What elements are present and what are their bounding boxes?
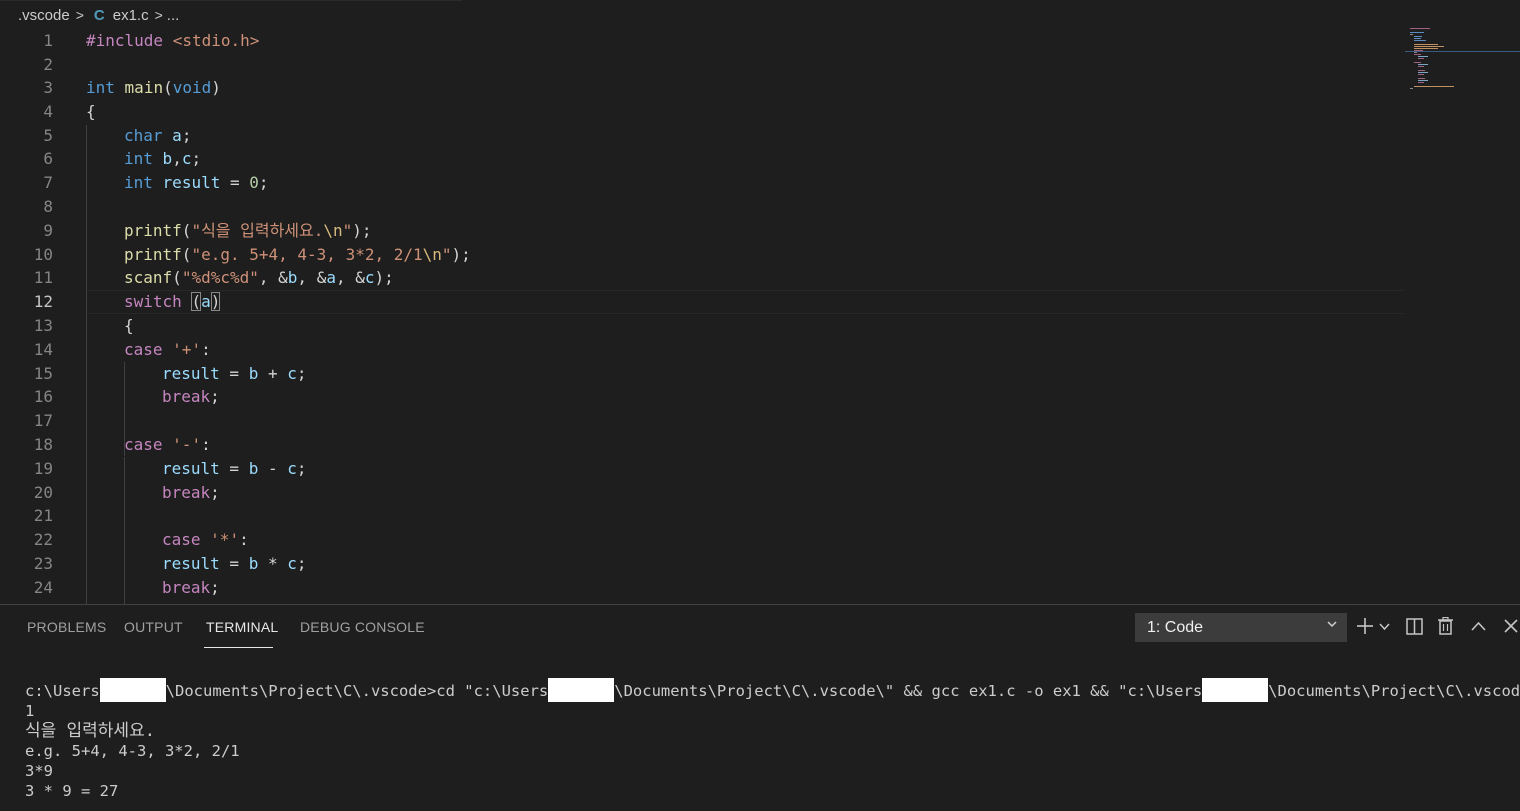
redacted-username: [548, 677, 615, 702]
code-line: char a;: [124, 126, 192, 145]
terminal-output-line: 식을 입력하세요.: [25, 721, 155, 741]
line-number: 8: [43, 197, 53, 216]
c-file-icon: C: [93, 6, 105, 24]
code-editor[interactable]: 1 2 3 4 5 6 7 8 9 10 11 12 13 14 15 16 17 18 19 20 21 22 23 24 …: [0, 29, 1405, 604]
terminal-command-line: c:\Users \Documents\Project\C\.vscode>cd …: [25, 677, 1520, 702]
terminal-select[interactable]: 1: Code: [1135, 613, 1347, 642]
code-line: #include <stdio.h>: [86, 31, 260, 50]
chevron-down-icon[interactable]: [1379, 623, 1390, 631]
bottom-panel: PROBLEMS OUTPUT TERMINAL DEBUG CONSOLE 1…: [0, 604, 1520, 811]
breadcrumb-file[interactable]: ex1.c: [113, 7, 149, 24]
line-number-row: 8: [0, 195, 1405, 219]
active-tab-indicator: [204, 647, 273, 648]
close-icon[interactable]: [1504, 619, 1518, 633]
code-line: {: [124, 316, 134, 335]
code-line: case '-':: [124, 435, 211, 454]
tab-output[interactable]: OUTPUT: [124, 619, 183, 635]
tab-problems[interactable]: PROBLEMS: [27, 619, 106, 635]
code-line: result = b + c;: [162, 364, 307, 383]
code-line: result = b * c;: [162, 554, 307, 573]
line-number: 2: [43, 55, 53, 74]
breadcrumb-more[interactable]: ...: [167, 7, 180, 24]
redacted-username: [1202, 677, 1269, 702]
terminal-output-line: 3 * 9 = 27: [25, 782, 119, 800]
chevron-down-icon: [1327, 621, 1337, 628]
code-line: {: [86, 102, 96, 121]
chevron-up-icon[interactable]: [1471, 621, 1486, 631]
line-number-row: 2: [0, 53, 1405, 77]
terminal-output-line: e.g. 5+4, 4-3, 3*2, 2/1: [25, 742, 240, 760]
chevron-right-icon: >: [75, 7, 84, 23]
code-line: int result = 0;: [124, 173, 269, 192]
terminal-select-value: 1: Code: [1147, 619, 1204, 636]
breadcrumb: .vscode > C ex1.c > ...: [0, 0, 1520, 30]
code-line: break;: [162, 483, 220, 502]
code-line: case '+':: [124, 340, 211, 359]
code-line: scanf("%d%c%d", &b, &a, &c);: [124, 268, 394, 287]
code-line: printf("e.g. 5+4, 4-3, 3*2, 2/1\n");: [124, 245, 471, 264]
breadcrumb-folder[interactable]: .vscode: [18, 7, 70, 24]
terminal-output-line: 1: [25, 702, 35, 720]
code-line: int b,c;: [124, 149, 202, 168]
chevron-right-icon: >: [154, 7, 163, 23]
line-number: 21: [33, 506, 53, 525]
code-line: int main(void): [86, 78, 221, 97]
line-number: 17: [33, 411, 53, 430]
tab-debug-console[interactable]: DEBUG CONSOLE: [300, 619, 425, 635]
redacted-username: [99, 677, 166, 702]
code-line: break;: [162, 578, 220, 597]
split-terminal-icon[interactable]: [1406, 618, 1423, 635]
line-number-row: 21: [0, 504, 1405, 528]
code-line-active: switch (a): [124, 292, 221, 311]
terminal-output-line: 3*9: [25, 762, 53, 780]
trash-icon[interactable]: [1437, 617, 1454, 635]
code-line: result = b - c;: [162, 459, 307, 478]
tab-terminal[interactable]: TERMINAL: [206, 619, 278, 635]
minimap[interactable]: [1405, 25, 1520, 95]
line-number-row: 17: [0, 409, 1405, 433]
code-line: case '*':: [162, 530, 249, 549]
plus-icon[interactable]: [1356, 617, 1374, 635]
code-line: printf("식을 입력하세요.\n");: [124, 221, 372, 240]
code-line: break;: [162, 387, 220, 406]
